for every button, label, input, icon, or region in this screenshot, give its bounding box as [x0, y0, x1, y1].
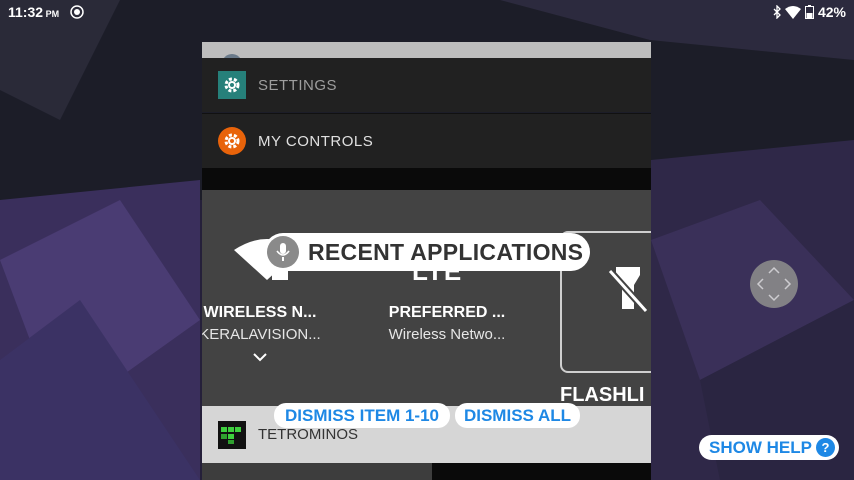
- bluetooth-icon: [773, 5, 781, 19]
- show-help-button[interactable]: SHOW HELP ?: [699, 435, 839, 460]
- circle-icon: [224, 54, 240, 58]
- show-help-label: SHOW HELP: [709, 437, 812, 457]
- status-bar: 11:32 PM 42%: [0, 0, 854, 24]
- sync-icon: [70, 5, 84, 19]
- mic-glyph-icon: [276, 243, 290, 261]
- settings-card-title: SETTINGS: [258, 76, 338, 94]
- tetrominos-app-icon: [218, 420, 246, 449]
- gear-icon: [224, 77, 240, 93]
- chevron-down-icon[interactable]: [252, 352, 268, 362]
- battery-percent: 42%: [817, 4, 846, 20]
- wifi-icon: [784, 5, 801, 19]
- tile-wireless-network[interactable]: WIRELESS N... KERALAVISION...: [202, 304, 322, 343]
- my-controls-card-title: MY CONTROLS: [258, 132, 374, 150]
- clock-ampm: PM: [45, 9, 60, 19]
- arrows-icon: [756, 266, 792, 302]
- tetrominos-card-title: TETROMINOS: [258, 426, 358, 443]
- tile-preferred-subtitle: Wireless Netwo...: [388, 326, 506, 343]
- quick-settings-card[interactable]: LTE WIRELESS N... KERALAVISION... PREFER…: [202, 190, 651, 406]
- clock-time: 11:32: [8, 4, 44, 20]
- clock: 11:32 PM: [8, 4, 59, 20]
- dpad-joystick[interactable]: [750, 260, 798, 308]
- status-icons: 42%: [773, 4, 846, 20]
- dismiss-item-range-button[interactable]: DISMISS ITEM 1-10: [274, 403, 450, 428]
- flashlight-off-icon: [607, 267, 649, 313]
- my-controls-app-icon: [218, 127, 246, 155]
- dismiss-all-button[interactable]: DISMISS ALL: [455, 403, 580, 428]
- battery-icon: [804, 5, 814, 19]
- recent-applications-overlay: RECENT APPLICATIONS: [264, 233, 590, 271]
- tetromino-blocks-icon: [221, 426, 241, 444]
- card-gap: [202, 168, 651, 190]
- settings-app-icon: [218, 71, 246, 99]
- recent-card-my-controls[interactable]: MY CONTROLS: [202, 113, 651, 168]
- tile-preferred-title: PREFERRED ...: [388, 304, 506, 321]
- recent-applications-label: RECENT APPLICATIONS: [308, 238, 584, 265]
- question-icon: ?: [816, 438, 835, 457]
- tile-wireless-title: WIRELESS N...: [203, 304, 317, 321]
- recent-card-settings[interactable]: SETTINGS: [202, 58, 651, 112]
- tile-wireless-subtitle: KERALAVISION...: [202, 326, 321, 343]
- next-card-strip[interactable]: [202, 463, 651, 480]
- card-top-sliver[interactable]: [202, 42, 651, 58]
- strip-dark-part: [432, 463, 651, 480]
- tile-flashlight-title: FLASHLI: [560, 384, 645, 406]
- microphone-icon[interactable]: [267, 236, 299, 268]
- tile-preferred-network[interactable]: PREFERRED ... Wireless Netwo...: [382, 304, 512, 343]
- gear-icon: [224, 133, 240, 149]
